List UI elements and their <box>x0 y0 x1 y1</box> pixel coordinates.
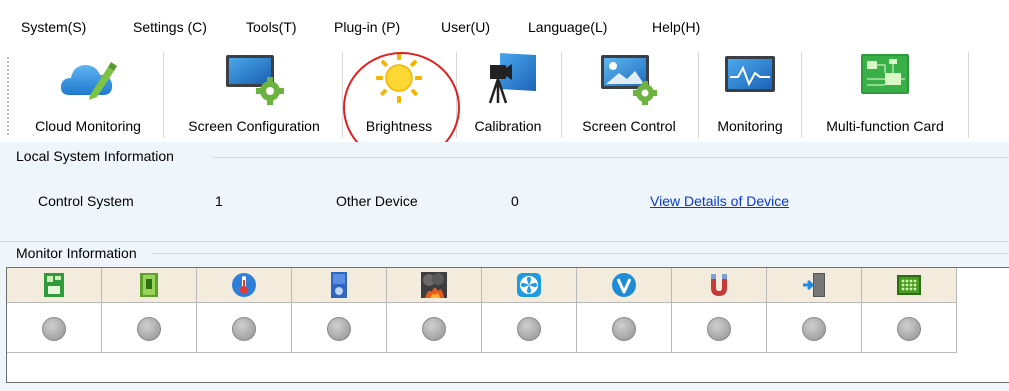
status-cell <box>862 303 957 353</box>
toolbar-separator <box>342 52 343 138</box>
monitor-wave-icon <box>725 56 775 92</box>
cloud-monitoring-button[interactable]: Cloud Monitoring <box>14 44 162 142</box>
cabinet-fan-board-icon <box>331 272 347 298</box>
module-board-icon <box>140 273 158 297</box>
status-cell <box>672 303 767 353</box>
magnet-cable-icon <box>711 274 727 296</box>
monitor-header-cell <box>292 268 387 303</box>
toolbar-separator <box>163 52 164 138</box>
monitor-header-cell <box>197 268 292 303</box>
monitor-table <box>6 267 1009 383</box>
sun-icon <box>376 53 422 103</box>
status-indicator <box>517 317 541 341</box>
smoke-fire-icon <box>421 272 447 298</box>
monitor-header-cell <box>387 268 482 303</box>
group-divider <box>0 241 1009 242</box>
monitor-header-cell <box>482 268 577 303</box>
toolbar-separator <box>561 52 562 138</box>
status-cell <box>482 303 577 353</box>
multi-function-card-button[interactable]: Multi-function Card <box>805 44 965 142</box>
status-indicator <box>42 317 66 341</box>
status-indicator <box>137 317 161 341</box>
screen-gear-icon <box>226 55 284 105</box>
screen-image-gear-icon <box>601 55 657 105</box>
status-cell <box>292 303 387 353</box>
monitor-header-cell <box>7 268 102 303</box>
thermometer-icon <box>232 273 256 297</box>
calibration-label: Calibration <box>474 118 542 134</box>
menu-settings[interactable]: Settings (C) <box>131 17 209 37</box>
toolbar: Cloud Monitoring Screen Configuration Br… <box>0 44 1009 142</box>
status-cell <box>387 303 482 353</box>
screen-control-label: Screen Control <box>582 118 676 134</box>
voltage-icon <box>612 273 636 297</box>
status-indicator <box>612 317 636 341</box>
status-cell <box>102 303 197 353</box>
menu-plugin[interactable]: Plug-in (P) <box>332 17 402 37</box>
monitor-header-cell <box>577 268 672 303</box>
cloud-edit-icon <box>60 62 117 100</box>
other-device-label: Other Device <box>336 193 418 209</box>
control-system-value: 1 <box>215 193 223 209</box>
monitoring-label: Monitoring <box>717 118 783 134</box>
toolbar-separator <box>968 52 969 138</box>
status-indicator <box>327 317 351 341</box>
screen-configuration-label: Screen Configuration <box>188 118 320 134</box>
monitor-header-cell <box>767 268 862 303</box>
toolbar-separator <box>698 52 699 138</box>
status-indicator <box>707 317 731 341</box>
screen-configuration-button[interactable]: Screen Configuration <box>168 44 340 142</box>
menu-language[interactable]: Language(L) <box>526 17 609 37</box>
monitor-title: Monitor Information <box>16 245 137 261</box>
status-indicator <box>802 317 826 341</box>
led-module-icon <box>897 275 921 295</box>
toolbar-separator <box>801 52 802 138</box>
group-divider <box>213 157 1009 158</box>
cloud-monitoring-label: Cloud Monitoring <box>35 118 141 134</box>
menu-user[interactable]: User(U) <box>439 17 492 37</box>
other-device-value: 0 <box>511 193 519 209</box>
status-indicator <box>897 317 921 341</box>
status-cell <box>197 303 292 353</box>
door-icon <box>803 273 825 297</box>
fan-icon <box>517 273 541 297</box>
control-system-label: Control System <box>38 193 134 209</box>
camera-screen-icon <box>488 53 536 104</box>
toolbar-grip[interactable] <box>7 56 9 136</box>
local-system-title: Local System Information <box>16 148 174 164</box>
local-system-panel: Local System Information Control System … <box>0 142 1009 240</box>
group-divider <box>151 253 1009 254</box>
status-cell <box>767 303 862 353</box>
monitor-empty-area <box>957 268 1009 353</box>
monitoring-button[interactable]: Monitoring <box>702 44 798 142</box>
status-cell <box>7 303 102 353</box>
status-cell <box>577 303 672 353</box>
receiving-card-icon <box>44 273 64 297</box>
menu-tools[interactable]: Tools(T) <box>244 17 299 37</box>
status-indicator <box>232 317 256 341</box>
brightness-button[interactable]: Brightness <box>346 44 452 142</box>
monitor-panel: Monitor Information <box>0 240 1009 391</box>
calibration-button[interactable]: Calibration <box>460 44 556 142</box>
screen-control-button[interactable]: Screen Control <box>565 44 693 142</box>
view-details-link[interactable]: View Details of Device <box>650 193 789 209</box>
monitor-empty-row <box>7 353 1009 382</box>
menu-bar: System(S) Settings (C) Tools(T) Plug-in … <box>0 0 1009 44</box>
brightness-label: Brightness <box>365 118 433 134</box>
circuit-board-icon <box>861 54 909 94</box>
monitor-header-cell <box>102 268 197 303</box>
menu-system[interactable]: System(S) <box>19 17 88 37</box>
status-indicator <box>422 317 446 341</box>
menu-help[interactable]: Help(H) <box>650 17 702 37</box>
multi-function-card-label: Multi-function Card <box>826 118 944 134</box>
monitor-header-cell <box>862 268 957 303</box>
toolbar-separator <box>456 52 457 138</box>
monitor-header-cell <box>672 268 767 303</box>
